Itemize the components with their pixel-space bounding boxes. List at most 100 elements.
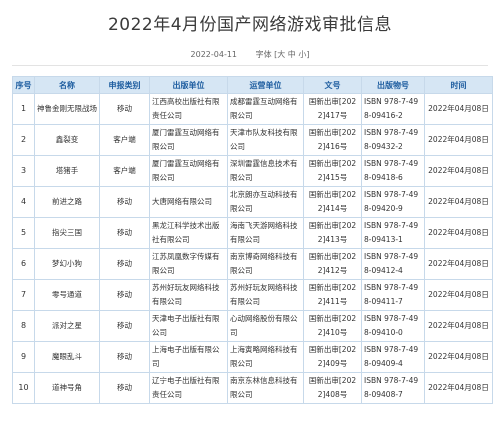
- cell-category: 移动: [99, 310, 150, 342]
- approval-table: 序号 名称 申报类别 出版单位 运营单位 文号 出版物号 时间 1 神鲁金刚无限战…: [12, 76, 493, 404]
- cell-isbn: ISBN 978-7-498-09418-6: [361, 155, 425, 187]
- cell-operator: 深圳雷霆信息技术有限公司: [227, 155, 304, 187]
- column-header-name: 名称: [34, 76, 100, 94]
- cell-publisher: 大唐网络有限公司: [149, 186, 228, 218]
- cell-publisher: 上海电子出版有限公司: [149, 341, 228, 373]
- table-row: 2 鑫裂变 客户端 厦门雷霆互动网络有限公司 天津市队友科技有限公司 国新出审[2022]…: [12, 124, 493, 156]
- cell-category: 移动: [99, 217, 150, 249]
- cell-approval-no: 国新出审[2022]416号: [303, 124, 362, 156]
- cell-index: 3: [12, 155, 35, 187]
- cell-isbn: ISBN 978-7-498-09409-4: [361, 341, 425, 373]
- cell-category: 客户端: [99, 124, 150, 156]
- cell-category: 移动: [99, 279, 150, 311]
- table-row: 5 指尖三国 移动 黑龙江科学技术出版社有限公司 海南飞天游网络科技有限公司 国新出审[2…: [12, 217, 493, 249]
- cell-isbn: ISBN 978-7-498-09410-0: [361, 310, 425, 342]
- table-row: 6 梦幻小狗 移动 江苏凤凰数字传媒有限公司 南京博奇网络科技有限公司 国新出审[2022…: [12, 248, 493, 280]
- column-header-date: 时间: [424, 76, 493, 94]
- cell-operator: 北京朗亦互动科技有限公司: [227, 186, 304, 218]
- cell-publisher: 江苏凤凰数字传媒有限公司: [149, 248, 228, 280]
- cell-game-name: 零号通道: [34, 279, 100, 311]
- cell-date: 2022年04月08日: [424, 155, 493, 187]
- cell-game-name: 指尖三国: [34, 217, 100, 249]
- cell-game-name: 塔猪手: [34, 155, 100, 187]
- cell-index: 2: [12, 124, 35, 156]
- cell-approval-no: 国新出审[2022]415号: [303, 155, 362, 187]
- cell-game-name: 魔眼乱斗: [34, 341, 100, 373]
- cell-date: 2022年04月08日: [424, 248, 493, 280]
- cell-date: 2022年04月08日: [424, 217, 493, 249]
- cell-date: 2022年04月08日: [424, 124, 493, 156]
- cell-operator: 海南飞天游网络科技有限公司: [227, 217, 304, 249]
- table-header-row: 序号 名称 申报类别 出版单位 运营单位 文号 出版物号 时间: [12, 76, 493, 94]
- cell-isbn: ISBN 978-7-498-09412-4: [361, 248, 425, 280]
- cell-category: 客户端: [99, 155, 150, 187]
- cell-index: 5: [12, 217, 35, 249]
- cell-publisher: 厦门雷霆互动网络有限公司: [149, 155, 228, 187]
- cell-category: 移动: [99, 341, 150, 373]
- cell-isbn: ISBN 978-7-498-09411-7: [361, 279, 425, 311]
- cell-index: 8: [12, 310, 35, 342]
- cell-game-name: 派对之星: [34, 310, 100, 342]
- publish-date: 2022-04-11: [190, 50, 238, 59]
- cell-publisher: 辽宁电子出版社有限责任公司: [149, 372, 228, 404]
- column-header-approval-no: 文号: [303, 76, 362, 94]
- cell-isbn: ISBN 978-7-498-09416-2: [361, 93, 425, 125]
- cell-category: 移动: [99, 186, 150, 218]
- cell-approval-no: 国新出审[2022]412号: [303, 248, 362, 280]
- table-row: 8 派对之星 移动 天津电子出版社有限公司 心动网络股份有限公司 国新出审[2022]41…: [12, 310, 493, 342]
- header-divider: [12, 65, 488, 66]
- cell-approval-no: 国新出审[2022]413号: [303, 217, 362, 249]
- cell-isbn: ISBN 978-7-498-09420-9: [361, 186, 425, 218]
- font-size-bracket-close: ]: [306, 50, 310, 59]
- cell-approval-no: 国新出审[2022]408号: [303, 372, 362, 404]
- cell-isbn: ISBN 978-7-498-09413-1: [361, 217, 425, 249]
- font-size-medium-link[interactable]: 中: [288, 50, 296, 59]
- cell-game-name: 前进之路: [34, 186, 100, 218]
- cell-index: 1: [12, 93, 35, 125]
- table-row: 4 前进之路 移动 大唐网络有限公司 北京朗亦互动科技有限公司 国新出审[2022]414…: [12, 186, 493, 218]
- column-header-index: 序号: [12, 76, 35, 94]
- table-row: 1 神鲁金刚无限战场 移动 江西高校出版社有限责任公司 成都雷霆互动网络有限公司 国新出审…: [12, 93, 493, 125]
- table-row: 10 道神号角 移动 辽宁电子出版社有限责任公司 南京东林信息科技有限公司 国新出审[20…: [12, 372, 493, 404]
- table-row: 9 魔眼乱斗 移动 上海电子出版有限公司 上海寅略网络科技有限公司 国新出审[2022]4…: [12, 341, 493, 373]
- cell-date: 2022年04月08日: [424, 341, 493, 373]
- cell-isbn: ISBN 978-7-498-09432-2: [361, 124, 425, 156]
- column-header-operator: 运营单位: [227, 76, 304, 94]
- cell-approval-no: 国新出审[2022]417号: [303, 93, 362, 125]
- column-header-isbn: 出版物号: [361, 76, 425, 94]
- column-header-publisher: 出版单位: [149, 76, 228, 94]
- cell-category: 移动: [99, 93, 150, 125]
- font-size-label: 字体: [255, 50, 272, 59]
- cell-game-name: 梦幻小狗: [34, 248, 100, 280]
- cell-index: 4: [12, 186, 35, 218]
- cell-category: 移动: [99, 372, 150, 404]
- cell-category: 移动: [99, 248, 150, 280]
- cell-publisher: 天津电子出版社有限公司: [149, 310, 228, 342]
- cell-index: 9: [12, 341, 35, 373]
- cell-date: 2022年04月08日: [424, 372, 493, 404]
- cell-approval-no: 国新出审[2022]411号: [303, 279, 362, 311]
- table-row: 7 零号通道 移动 苏州好玩友网络科技有限公司 苏州好玩友网络科技有限公司 国新出审[20…: [12, 279, 493, 311]
- cell-index: 10: [12, 372, 35, 404]
- cell-publisher: 厦门雷霆互动网络有限公司: [149, 124, 228, 156]
- cell-operator: 南京博奇网络科技有限公司: [227, 248, 304, 280]
- cell-game-name: 鑫裂变: [34, 124, 100, 156]
- cell-approval-no: 国新出审[2022]414号: [303, 186, 362, 218]
- cell-index: 7: [12, 279, 35, 311]
- table-row: 3 塔猪手 客户端 厦门雷霆互动网络有限公司 深圳雷霆信息技术有限公司 国新出审[2022…: [12, 155, 493, 187]
- column-header-category: 申报类别: [99, 76, 150, 94]
- cell-publisher: 黑龙江科学技术出版社有限公司: [149, 217, 228, 249]
- page-title: 2022年4月份国产网络游戏审批信息: [107, 15, 393, 35]
- cell-operator: 上海寅略网络科技有限公司: [227, 341, 304, 373]
- article-page: 2022年4月份国产网络游戏审批信息 2022-04-11 字体 [大 中 小]…: [0, 0, 500, 429]
- cell-operator: 天津市队友科技有限公司: [227, 124, 304, 156]
- cell-approval-no: 国新出审[2022]410号: [303, 310, 362, 342]
- font-size-large-link[interactable]: 大: [277, 50, 285, 59]
- cell-isbn: ISBN 978-7-498-09408-7: [361, 372, 425, 404]
- cell-index: 6: [12, 248, 35, 280]
- cell-date: 2022年04月08日: [424, 279, 493, 311]
- cell-operator: 心动网络股份有限公司: [227, 310, 304, 342]
- cell-date: 2022年04月08日: [424, 186, 493, 218]
- cell-approval-no: 国新出审[2022]409号: [303, 341, 362, 373]
- cell-operator: 南京东林信息科技有限公司: [227, 372, 304, 404]
